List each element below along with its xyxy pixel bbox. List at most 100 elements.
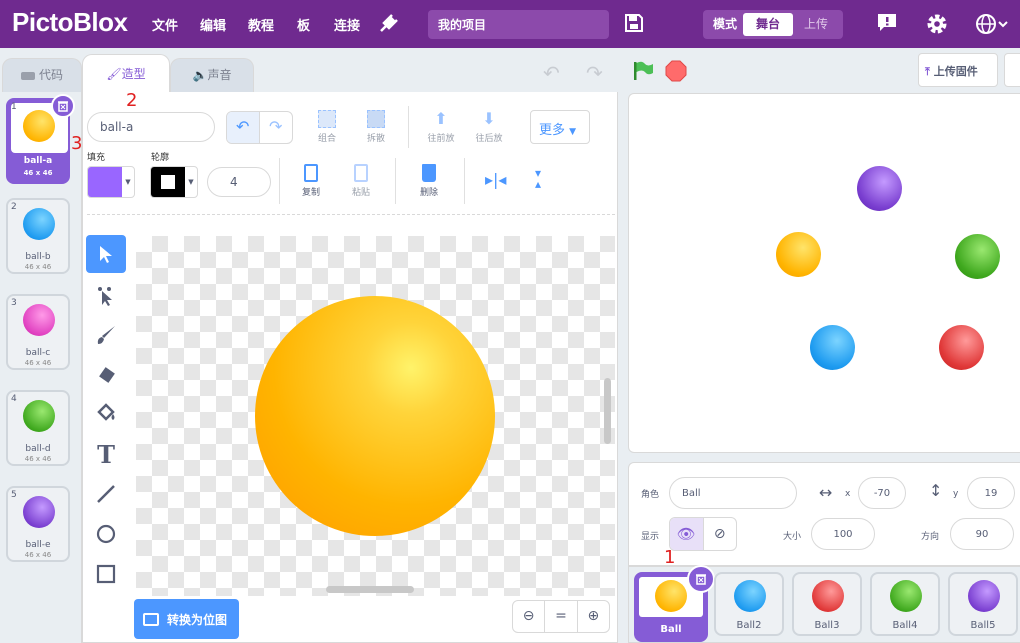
zoom-out-icon[interactable]: ⊖	[513, 601, 546, 632]
delete-label: 删除	[419, 188, 438, 198]
x-label: x	[845, 489, 851, 499]
circle-tool-icon[interactable]	[86, 515, 126, 553]
tab-costumes[interactable]: 🖌造型	[82, 54, 170, 92]
show-eye-icon[interactable]: 👁	[670, 518, 704, 550]
copy-button[interactable]: 复制	[295, 164, 327, 198]
delete-button[interactable]: 删除	[413, 164, 445, 198]
annotation-number: 3	[71, 133, 83, 154]
stage-size-toggle[interactable]	[1004, 53, 1020, 87]
brush-tool-icon[interactable]	[86, 316, 126, 354]
paste-button[interactable]: 粘贴	[345, 164, 377, 198]
select-tool-arrow-icon[interactable]	[86, 235, 126, 273]
project-title-input[interactable]: 我的项目	[428, 10, 609, 39]
undo-icon[interactable]: ↶	[227, 112, 260, 143]
convert-to-bitmap-button[interactable]: 转换为位图	[134, 599, 239, 639]
more-dropdown[interactable]: 更多 ▼	[530, 110, 590, 144]
redo-icon[interactable]: ↷	[260, 112, 293, 143]
menu-tutorials[interactable]: 教程	[248, 15, 274, 34]
project-redo-icon[interactable]: ↷	[586, 61, 603, 85]
sprite-name-label: 角色	[641, 490, 660, 500]
sprite-item-ball4[interactable]: Ball4	[870, 572, 940, 636]
y-arrow-icon: ↕	[929, 481, 943, 500]
costume-item-2[interactable]: 2 ball-b 46 x 46	[6, 198, 70, 274]
settings-gear-icon[interactable]	[925, 12, 949, 39]
caret-down-icon: ▼	[569, 127, 577, 137]
extension-plug-icon[interactable]	[377, 13, 399, 38]
stage-sprite-ball3[interactable]	[939, 325, 984, 370]
costume-number: 1	[11, 102, 17, 112]
costume-item-5[interactable]: 5 ball-e 46 x 46	[6, 486, 70, 562]
upload-firmware-button[interactable]: ⤒ 上传固件	[918, 53, 998, 87]
stage[interactable]	[628, 93, 1020, 453]
line-tool-icon[interactable]	[86, 475, 126, 513]
fill-bucket-tool-icon[interactable]	[86, 394, 126, 432]
menu-file[interactable]: 文件	[152, 15, 178, 34]
text-tool-icon[interactable]: T	[86, 435, 126, 473]
menu-board[interactable]: 板	[297, 15, 310, 34]
feedback-icon[interactable]	[876, 12, 898, 37]
ungroup-button[interactable]: 拆散	[360, 110, 392, 144]
flip-horizontal-icon[interactable]: ▸|◂	[485, 170, 506, 189]
stage-sprite-ball4[interactable]	[955, 234, 1000, 279]
divider	[87, 214, 615, 215]
menu-edit[interactable]: 编辑	[200, 15, 226, 34]
size-label: 大小	[783, 532, 802, 542]
group-label: 组合	[317, 134, 336, 144]
visibility-toggle: 👁 ⊘	[669, 517, 737, 551]
stage-sprite-ball2[interactable]	[810, 325, 855, 370]
outline-width-input[interactable]	[207, 167, 271, 197]
stage-sprite-ball5[interactable]	[857, 166, 902, 211]
sprite-name-input[interactable]	[669, 477, 797, 509]
sprite-item-ball2[interactable]: Ball2	[714, 572, 784, 636]
zoom-reset-button[interactable]: =	[545, 601, 578, 632]
upload-icon: ⤒	[925, 65, 930, 78]
language-globe-icon[interactable]	[975, 12, 1009, 39]
backward-button[interactable]: ⬇ 往后放	[469, 110, 509, 145]
zoom-in-icon[interactable]: ⊕	[578, 601, 609, 632]
menu-bar: PictoBlox 文件 编辑 教程 板 连接 我的项目 模式 舞台 上传	[0, 0, 1020, 48]
costume-item-3[interactable]: 3 ball-c 46 x 46	[6, 294, 70, 370]
mode-stage-button[interactable]: 舞台	[743, 13, 793, 36]
ungroup-label: 拆散	[366, 134, 385, 144]
menu-connect[interactable]: 连接	[334, 15, 360, 34]
rectangle-tool-icon[interactable]	[86, 555, 126, 593]
stage-sprite-ball[interactable]	[776, 232, 821, 277]
delete-costume-icon[interactable]	[51, 94, 75, 118]
sprite-item-ball3[interactable]: Ball3	[792, 572, 862, 636]
delete-sprite-icon[interactable]	[687, 565, 715, 593]
y-input[interactable]	[967, 477, 1015, 509]
show-label: 显示	[641, 532, 660, 542]
tab-code[interactable]: 代码	[2, 58, 82, 92]
costume-size: 46 x 46	[24, 263, 52, 271]
hide-eye-icon[interactable]: ⊘	[704, 518, 737, 550]
orange-ball-shape[interactable]	[255, 296, 495, 536]
code-blocks-icon	[20, 71, 35, 80]
save-icon[interactable]	[624, 13, 644, 36]
eraser-tool-icon[interactable]	[86, 356, 126, 394]
direction-input[interactable]	[950, 518, 1014, 550]
fill-color-picker[interactable]: ▼	[87, 166, 135, 198]
tab-code-label: 代码	[38, 68, 63, 82]
vertical-scrollbar[interactable]	[604, 378, 611, 444]
flip-vertical-icon[interactable]: ▾ ▴	[535, 167, 541, 190]
drawing-canvas[interactable]	[136, 236, 615, 596]
app-logo[interactable]: PictoBlox	[12, 7, 128, 38]
mode-upload-button[interactable]: 上传	[793, 13, 839, 36]
group-button[interactable]: 组合	[311, 110, 343, 144]
stop-icon[interactable]	[665, 60, 687, 85]
costume-name-input[interactable]	[87, 112, 215, 142]
forward-button[interactable]: ⬆ 往前放	[421, 110, 461, 145]
size-input[interactable]	[811, 518, 875, 550]
tab-sounds[interactable]: 🔈声音	[170, 58, 254, 92]
reshape-tool-icon[interactable]	[86, 277, 126, 315]
outline-color-picker[interactable]: ▼	[150, 166, 198, 198]
caret-down-icon: ▼	[188, 178, 194, 186]
sprite-thumbnail	[812, 580, 844, 612]
green-flag-icon[interactable]	[632, 60, 654, 85]
costume-item-4[interactable]: 4 ball-d 46 x 46	[6, 390, 70, 466]
sprite-item-ball5[interactable]: Ball5	[948, 572, 1018, 636]
sprite-name: Ball	[660, 624, 682, 635]
x-input[interactable]	[858, 477, 906, 509]
project-undo-icon[interactable]: ↶	[543, 61, 560, 85]
horizontal-scrollbar[interactable]	[326, 586, 414, 593]
